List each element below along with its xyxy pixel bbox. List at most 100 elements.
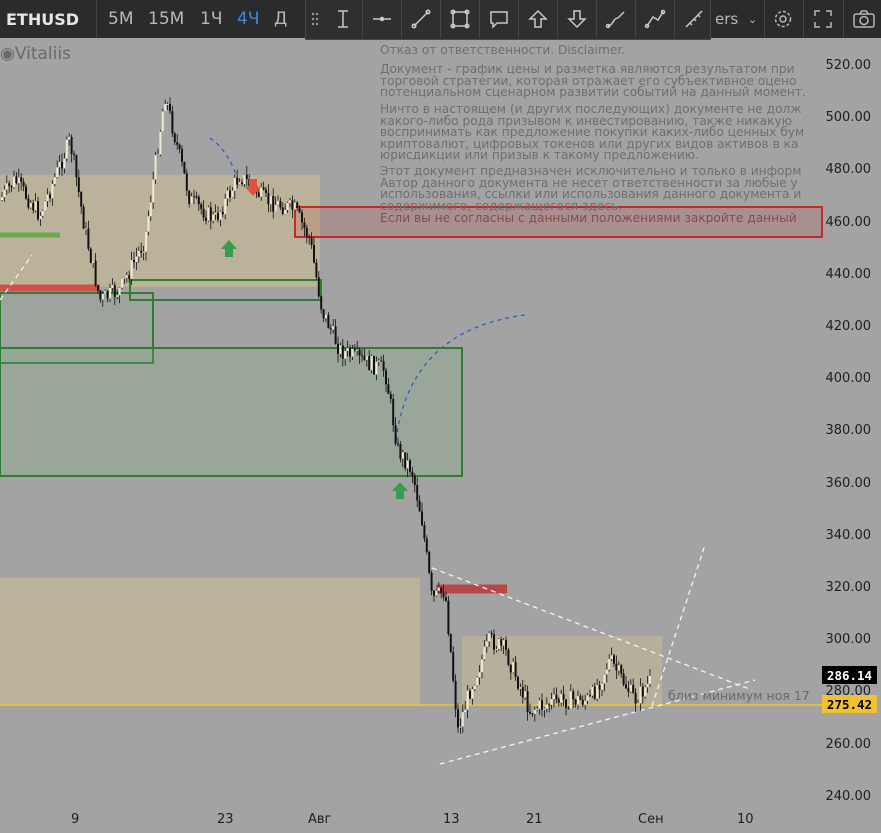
arrow-up-icon[interactable] xyxy=(519,0,557,38)
candle-body xyxy=(133,259,135,262)
time-axis-label: 21 xyxy=(526,812,543,827)
candle-body xyxy=(596,685,599,699)
candle-body xyxy=(89,248,92,264)
arrow-down-icon[interactable] xyxy=(558,0,596,38)
candle-body xyxy=(147,216,150,232)
last-price-tag: 286.14 xyxy=(822,666,877,684)
trend-line-icon[interactable] xyxy=(402,0,440,38)
price-axis-label: 240.00 xyxy=(825,788,872,804)
candle-body xyxy=(356,349,359,351)
candle-body xyxy=(531,713,534,715)
candle-body xyxy=(641,686,644,697)
candle-body xyxy=(481,659,483,673)
price-axis-label: 520.00 xyxy=(825,58,872,73)
drag-handle-icon[interactable] xyxy=(306,0,324,38)
interval-1d[interactable]: Д xyxy=(274,0,287,38)
candle-body xyxy=(63,158,66,169)
candle-body xyxy=(322,309,325,319)
candle-body xyxy=(485,641,488,647)
candle-body xyxy=(262,187,265,190)
brush-icon[interactable] xyxy=(597,0,635,38)
interval-1h[interactable]: 1Ч xyxy=(200,0,222,38)
candle-body xyxy=(365,356,368,360)
candle-body xyxy=(466,690,469,710)
candle-body xyxy=(545,704,548,709)
candle-body xyxy=(121,278,123,288)
candle-body xyxy=(421,511,423,526)
demand-zone-upper[interactable] xyxy=(0,175,320,287)
candle-body xyxy=(572,691,575,700)
candle-body xyxy=(317,277,320,297)
candle-body xyxy=(212,214,215,221)
indicators-button[interactable]: ers xyxy=(715,0,738,38)
candle-body xyxy=(483,646,486,660)
demand-zone-lower[interactable] xyxy=(0,578,420,706)
candle-body xyxy=(382,361,385,371)
candle-body xyxy=(277,200,279,205)
candle-body xyxy=(260,187,263,197)
candle-body xyxy=(169,103,171,112)
interval-15m[interactable]: 15M xyxy=(148,0,184,38)
candle-body xyxy=(581,699,584,705)
ruler-icon[interactable] xyxy=(675,0,713,38)
candle-body xyxy=(231,190,234,198)
symbol-label[interactable]: ETHUSD xyxy=(6,0,79,38)
candle-body xyxy=(353,348,356,351)
candle-body xyxy=(632,684,635,693)
fullscreen-icon[interactable] xyxy=(813,0,833,38)
candle-body xyxy=(387,384,390,394)
candle-body xyxy=(526,691,529,712)
candle-body xyxy=(32,202,35,211)
horizontal-line-icon[interactable] xyxy=(363,0,401,38)
candle-body xyxy=(293,202,296,210)
candle-body xyxy=(368,356,371,371)
candle-body xyxy=(435,590,438,596)
candle-body xyxy=(99,290,102,300)
interval-5m[interactable]: 5M xyxy=(108,0,133,38)
price-axis-label: 300.00 xyxy=(825,632,872,648)
candle-body xyxy=(413,475,416,486)
candle-body xyxy=(617,665,620,671)
camera-icon[interactable] xyxy=(852,0,876,38)
candle-body xyxy=(188,190,191,204)
path-icon[interactable] xyxy=(636,0,674,38)
candle-body xyxy=(22,181,25,187)
chevron-down-icon[interactable]: ⌄ xyxy=(748,0,757,38)
level-annotation[interactable]: близ минимум ноя 17 xyxy=(668,688,810,703)
candle-body xyxy=(613,655,615,664)
candle-body xyxy=(536,708,539,710)
callout-icon[interactable] xyxy=(480,0,518,38)
candle-body xyxy=(555,694,558,700)
candle-body xyxy=(152,179,155,203)
price-axis-label: 360.00 xyxy=(825,475,872,491)
candle-body xyxy=(171,111,174,134)
rectangle-icon[interactable] xyxy=(441,0,479,38)
candle-body xyxy=(519,687,522,689)
candle-body xyxy=(125,275,128,278)
candle-body xyxy=(130,259,133,279)
candle-body xyxy=(190,196,193,204)
candle-body xyxy=(209,207,212,221)
candle-body xyxy=(70,136,73,154)
candle-body xyxy=(5,183,8,190)
candle-body xyxy=(173,133,176,143)
buy-arrow-2[interactable] xyxy=(392,482,408,499)
candle-body xyxy=(589,695,591,697)
candle-body xyxy=(610,655,613,659)
candle-body xyxy=(574,699,577,705)
gear-icon[interactable] xyxy=(773,0,793,38)
candle-body xyxy=(291,200,294,210)
text-cursor-icon[interactable] xyxy=(324,0,362,38)
interval-4h[interactable]: 4Ч xyxy=(237,0,259,38)
candle-body xyxy=(313,244,315,263)
candle-body xyxy=(471,689,474,699)
candle-body xyxy=(584,700,587,705)
candle-body xyxy=(397,443,399,445)
candle-body xyxy=(265,189,267,193)
candle-body xyxy=(221,211,224,215)
price-axis-label: 460.00 xyxy=(825,214,872,230)
candle-body xyxy=(449,633,452,653)
candle-body xyxy=(591,686,594,696)
candle-body xyxy=(233,177,236,191)
candle-body xyxy=(433,590,435,596)
